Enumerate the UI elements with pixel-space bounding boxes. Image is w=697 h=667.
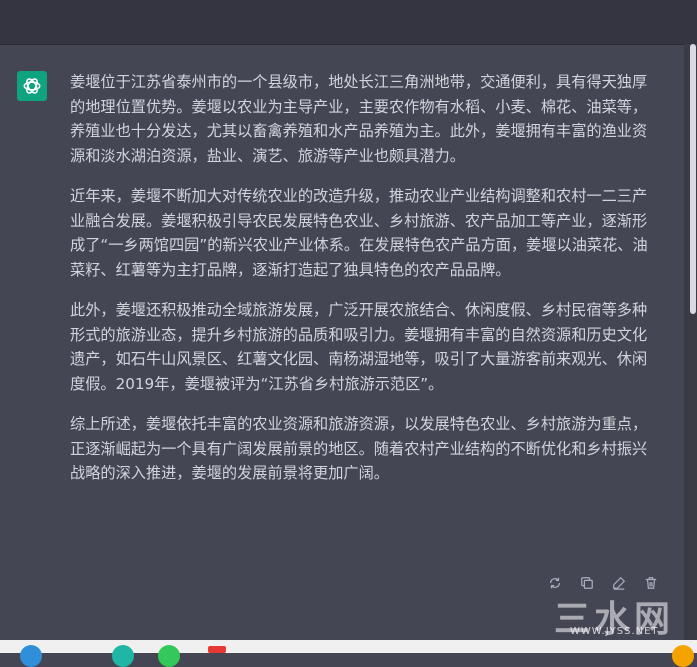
message-paragraph: 近年来，姜堰不断加大对传统农业的改造升级，推动农业产业结构调整和农村一二三产业融… [70, 187, 648, 279]
app-icon-teal[interactable] [112, 645, 134, 667]
message-paragraph: 此外，姜堰还积极推动全域旅游发展，广泛开展农旅结合、休闲度假、乡村民宿等多种形式… [70, 301, 648, 393]
site-watermark: 三水网 WWW.JYSS.NET [548, 590, 688, 640]
watermark-url: WWW.JYSS.NET [570, 626, 659, 637]
scrollbar-thumb[interactable] [690, 44, 696, 314]
edge-browser-icon[interactable] [20, 645, 42, 667]
assistant-avatar [17, 71, 47, 101]
app-icon-red[interactable] [208, 646, 226, 653]
os-taskbar [0, 640, 697, 667]
openai-logo-icon [23, 78, 41, 94]
app-icon-green[interactable] [158, 645, 180, 667]
message-paragraph: 姜堰位于江苏省泰州市的一个县级市，地处长江三角洲地带，交通便利，具有得天独厚的地… [70, 73, 648, 165]
assistant-message: 姜堰位于江苏省泰州市的一个县级市，地处长江三角洲地带，交通便利，具有得天独厚的地… [70, 70, 654, 502]
app-icon-orange[interactable] [672, 645, 694, 667]
message-paragraph: 综上所述，姜堰依托丰富的农业资源和旅游资源，以发展特色农业、乡村旅游为重点，正逐… [70, 415, 648, 482]
chat-top-bar [0, 0, 697, 45]
